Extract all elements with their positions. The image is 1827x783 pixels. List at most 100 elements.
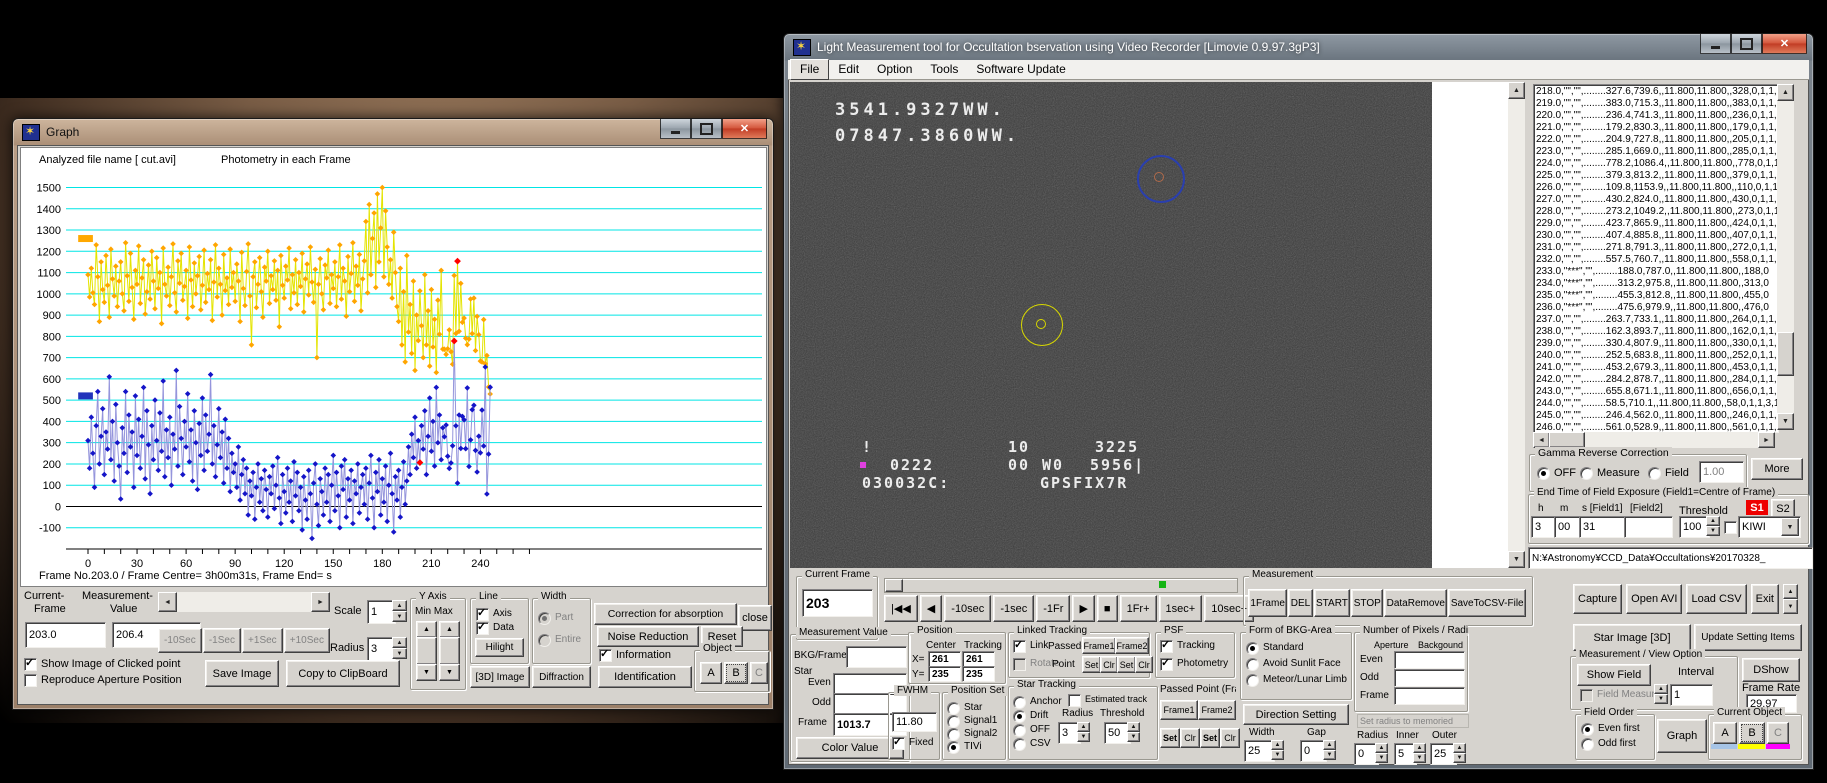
csv-row[interactable]: 238.0,"","",........162.3,893.7,,11.800,… [1536,326,1778,338]
kiwi-dropdown[interactable]: KIWI ▼ [1738,516,1801,538]
transport-button[interactable]: 1sec+ [1159,595,1203,622]
sec-step-button[interactable]: +1Sec [242,628,283,653]
measurement-button[interactable]: SaveToCSV-File [1448,589,1526,617]
spinner-down-icon[interactable]: ▼ [1783,599,1798,614]
gamma-measure-radio[interactable]: Measure [1580,467,1640,480]
spinner-down-icon[interactable]: ▼ [1654,694,1668,704]
close-button[interactable]: ✕ [1762,34,1807,54]
x-center-field[interactable]: 261 [928,651,961,667]
csv-row[interactable]: 240.0,"","",........252.5,683.8,,11.800,… [1536,350,1778,362]
star-image-3d-button[interactable]: Star Image [3D] [1573,624,1691,651]
spinner-up-icon[interactable]: ▲ [392,637,407,648]
posset-tivi-radio[interactable]: TIVi [947,741,982,754]
spinner-down-icon[interactable]: ▼ [1323,750,1336,760]
gamma-off-radio[interactable]: OFF [1537,467,1576,480]
measurement-button[interactable]: START [1314,589,1351,617]
save-image-button[interactable]: Save Image [205,660,279,687]
identification-button[interactable]: Identification [598,666,692,688]
spinner-up-icon[interactable]: ▲ [1706,516,1720,526]
csv-row[interactable]: 220.0,"","",........236.4,741.3,,11.800,… [1536,110,1778,122]
photometry-chart[interactable]: -100010020030040050060070080090010001100… [22,167,764,577]
spinner-up-icon[interactable]: ▲ [1413,743,1426,753]
spinner-up-icon[interactable]: ▲ [1783,584,1798,599]
data-list-vscrollbar[interactable]: ▲ ▼ [1777,84,1794,430]
transport-button[interactable]: -10sec [944,595,991,622]
ymax-track[interactable] [439,637,460,665]
slider-thumb[interactable] [885,579,903,592]
measurement-button[interactable]: 1Frame [1248,589,1287,617]
csv-row[interactable]: 227.0,"","",........430.2,824.0,,11.800,… [1536,194,1778,206]
linked-set1-button[interactable]: Set [1082,656,1101,673]
passed-clr1-button[interactable]: Clr [1180,728,1200,748]
bkg-gap-spinner[interactable]: ▲▼ [1323,740,1336,760]
transport-button[interactable]: -1Fr [1036,595,1070,622]
spinner-down-icon[interactable]: ▼ [1077,732,1090,742]
diffraction-button[interactable]: Diffraction [532,666,591,688]
update-setting-items-button[interactable]: Update Setting Items [1694,624,1802,651]
minute-field[interactable]: 00 [1554,516,1581,538]
link-checkbox[interactable]: Link [1013,640,1048,653]
pixels-even-field[interactable] [1394,651,1465,669]
object-b-button[interactable]: B [1739,722,1765,744]
field-measure-checkbox[interactable]: Field Measure [1580,689,1660,702]
data-checkbox[interactable]: Data [476,622,514,635]
csv-row[interactable]: 231.0,"","",........271.8,791.3,,11.800,… [1536,242,1778,254]
spinner-up-icon[interactable]: ▲ [1453,743,1466,753]
csv-row[interactable]: 219.0,"","",........383.0,715.3,,11.800,… [1536,98,1778,110]
bkg-standard-radio[interactable]: Standard [1246,642,1304,655]
sec-step-button[interactable]: +10Sec [284,628,330,653]
csv-row[interactable]: 229.0,"","",........423.7,865.9,,11.800,… [1536,218,1778,230]
csv-data-list[interactable]: 218.0,"","",........327.6,739.6,,11.800,… [1533,84,1779,433]
object-a-button[interactable]: A [1713,722,1737,744]
csv-row[interactable]: 218.0,"","",........327.6,739.6,,11.800,… [1536,86,1778,98]
set-radius-button[interactable]: Set radius to memoried [1357,714,1469,728]
graph-object-a-button[interactable]: A [700,662,722,684]
spinner-up-icon[interactable]: ▲ [1323,740,1336,750]
menu-item[interactable]: Software Update [967,60,1074,79]
csv-row[interactable]: 223.0,"","",........285.1,669.0,,11.800,… [1536,146,1778,158]
correction-absorption-button[interactable]: Correction for absorption [594,603,737,625]
csv-row[interactable]: 241.0,"","",........453.2,679.3,,11.800,… [1536,362,1778,374]
pixels-radius-spinner[interactable]: ▲▼ [1375,743,1388,763]
bkg-sunlit-radio[interactable]: Avoid Sunlit Face [1246,658,1341,671]
copy-clipboard-button[interactable]: Copy to ClipBoard [286,660,400,687]
ymin-track[interactable] [416,637,437,665]
tracking-csv-radio[interactable]: CSV [1013,738,1051,751]
csv-row[interactable]: 236.0,"***","",........475.6,979.9,,11.8… [1536,302,1778,314]
noise-reduction-button[interactable]: Noise Reduction [597,626,699,647]
file-spinner[interactable]: ▲▼ [1783,584,1798,614]
csv-row[interactable]: 242.0,"","",........284.2,878.7,,11.800,… [1536,374,1778,386]
spinner-down-icon[interactable]: ▼ [1271,750,1284,760]
graph-close-button[interactable]: close [738,605,772,631]
pixels-frame-field[interactable] [1394,687,1465,705]
pixels-outer-spinner[interactable]: ▲▼ [1453,743,1466,763]
graph-hscrollbar[interactable]: ◄ ► [158,592,330,612]
csv-row[interactable]: 244.0,"","",........58.5,710.1,,11.800,1… [1536,398,1778,410]
pixels-odd-field[interactable] [1394,669,1465,687]
linked-clr2-button[interactable]: Clr [1135,656,1153,673]
csv-row[interactable]: 224.0,"","",........778.2,1086.4,,11.800… [1536,158,1778,170]
measurement-button[interactable]: STOP [1351,589,1383,617]
vti-checkbox[interactable] [1724,521,1737,534]
maximize-button[interactable] [691,119,722,139]
dshow-button[interactable]: DShow [1742,658,1800,682]
spinner-down-icon[interactable]: ▼ [1375,753,1388,763]
ymax-down-button[interactable]: ▼ [439,664,460,681]
measurement-button[interactable]: DataRemove [1384,589,1447,617]
video-display[interactable]: 3541.9327WW. 07847.3860WW. ! 10 3225 022… [790,82,1432,568]
file-button[interactable]: Exit [1751,584,1779,614]
csv-row[interactable]: 245.0,"","",........246.4,562.0,,11.800,… [1536,410,1778,422]
spinner-up-icon[interactable]: ▲ [1654,684,1668,694]
csv-row[interactable]: 225.0,"","",........379.3,813.2,,11.800,… [1536,170,1778,182]
spinner-up-icon[interactable]: ▲ [1077,722,1090,732]
data-list-hscrollbar[interactable]: ◄ ► [1533,432,1775,448]
tracking-threshold-spinner[interactable]: ▲▼ [1127,722,1140,742]
show-image-checkbox[interactable]: Show Image of Clicked point [24,658,180,671]
menu-item[interactable]: Option [868,60,921,79]
spinner-up-icon[interactable]: ▲ [1127,722,1140,732]
transport-button[interactable]: 1Fr+ [1120,595,1157,622]
ymax-up-button[interactable]: ▲ [439,621,460,638]
transport-button[interactable]: ■ [1097,595,1118,622]
psf-tracking-checkbox[interactable]: Tracking [1160,640,1215,653]
menu-item[interactable]: Edit [829,60,868,79]
